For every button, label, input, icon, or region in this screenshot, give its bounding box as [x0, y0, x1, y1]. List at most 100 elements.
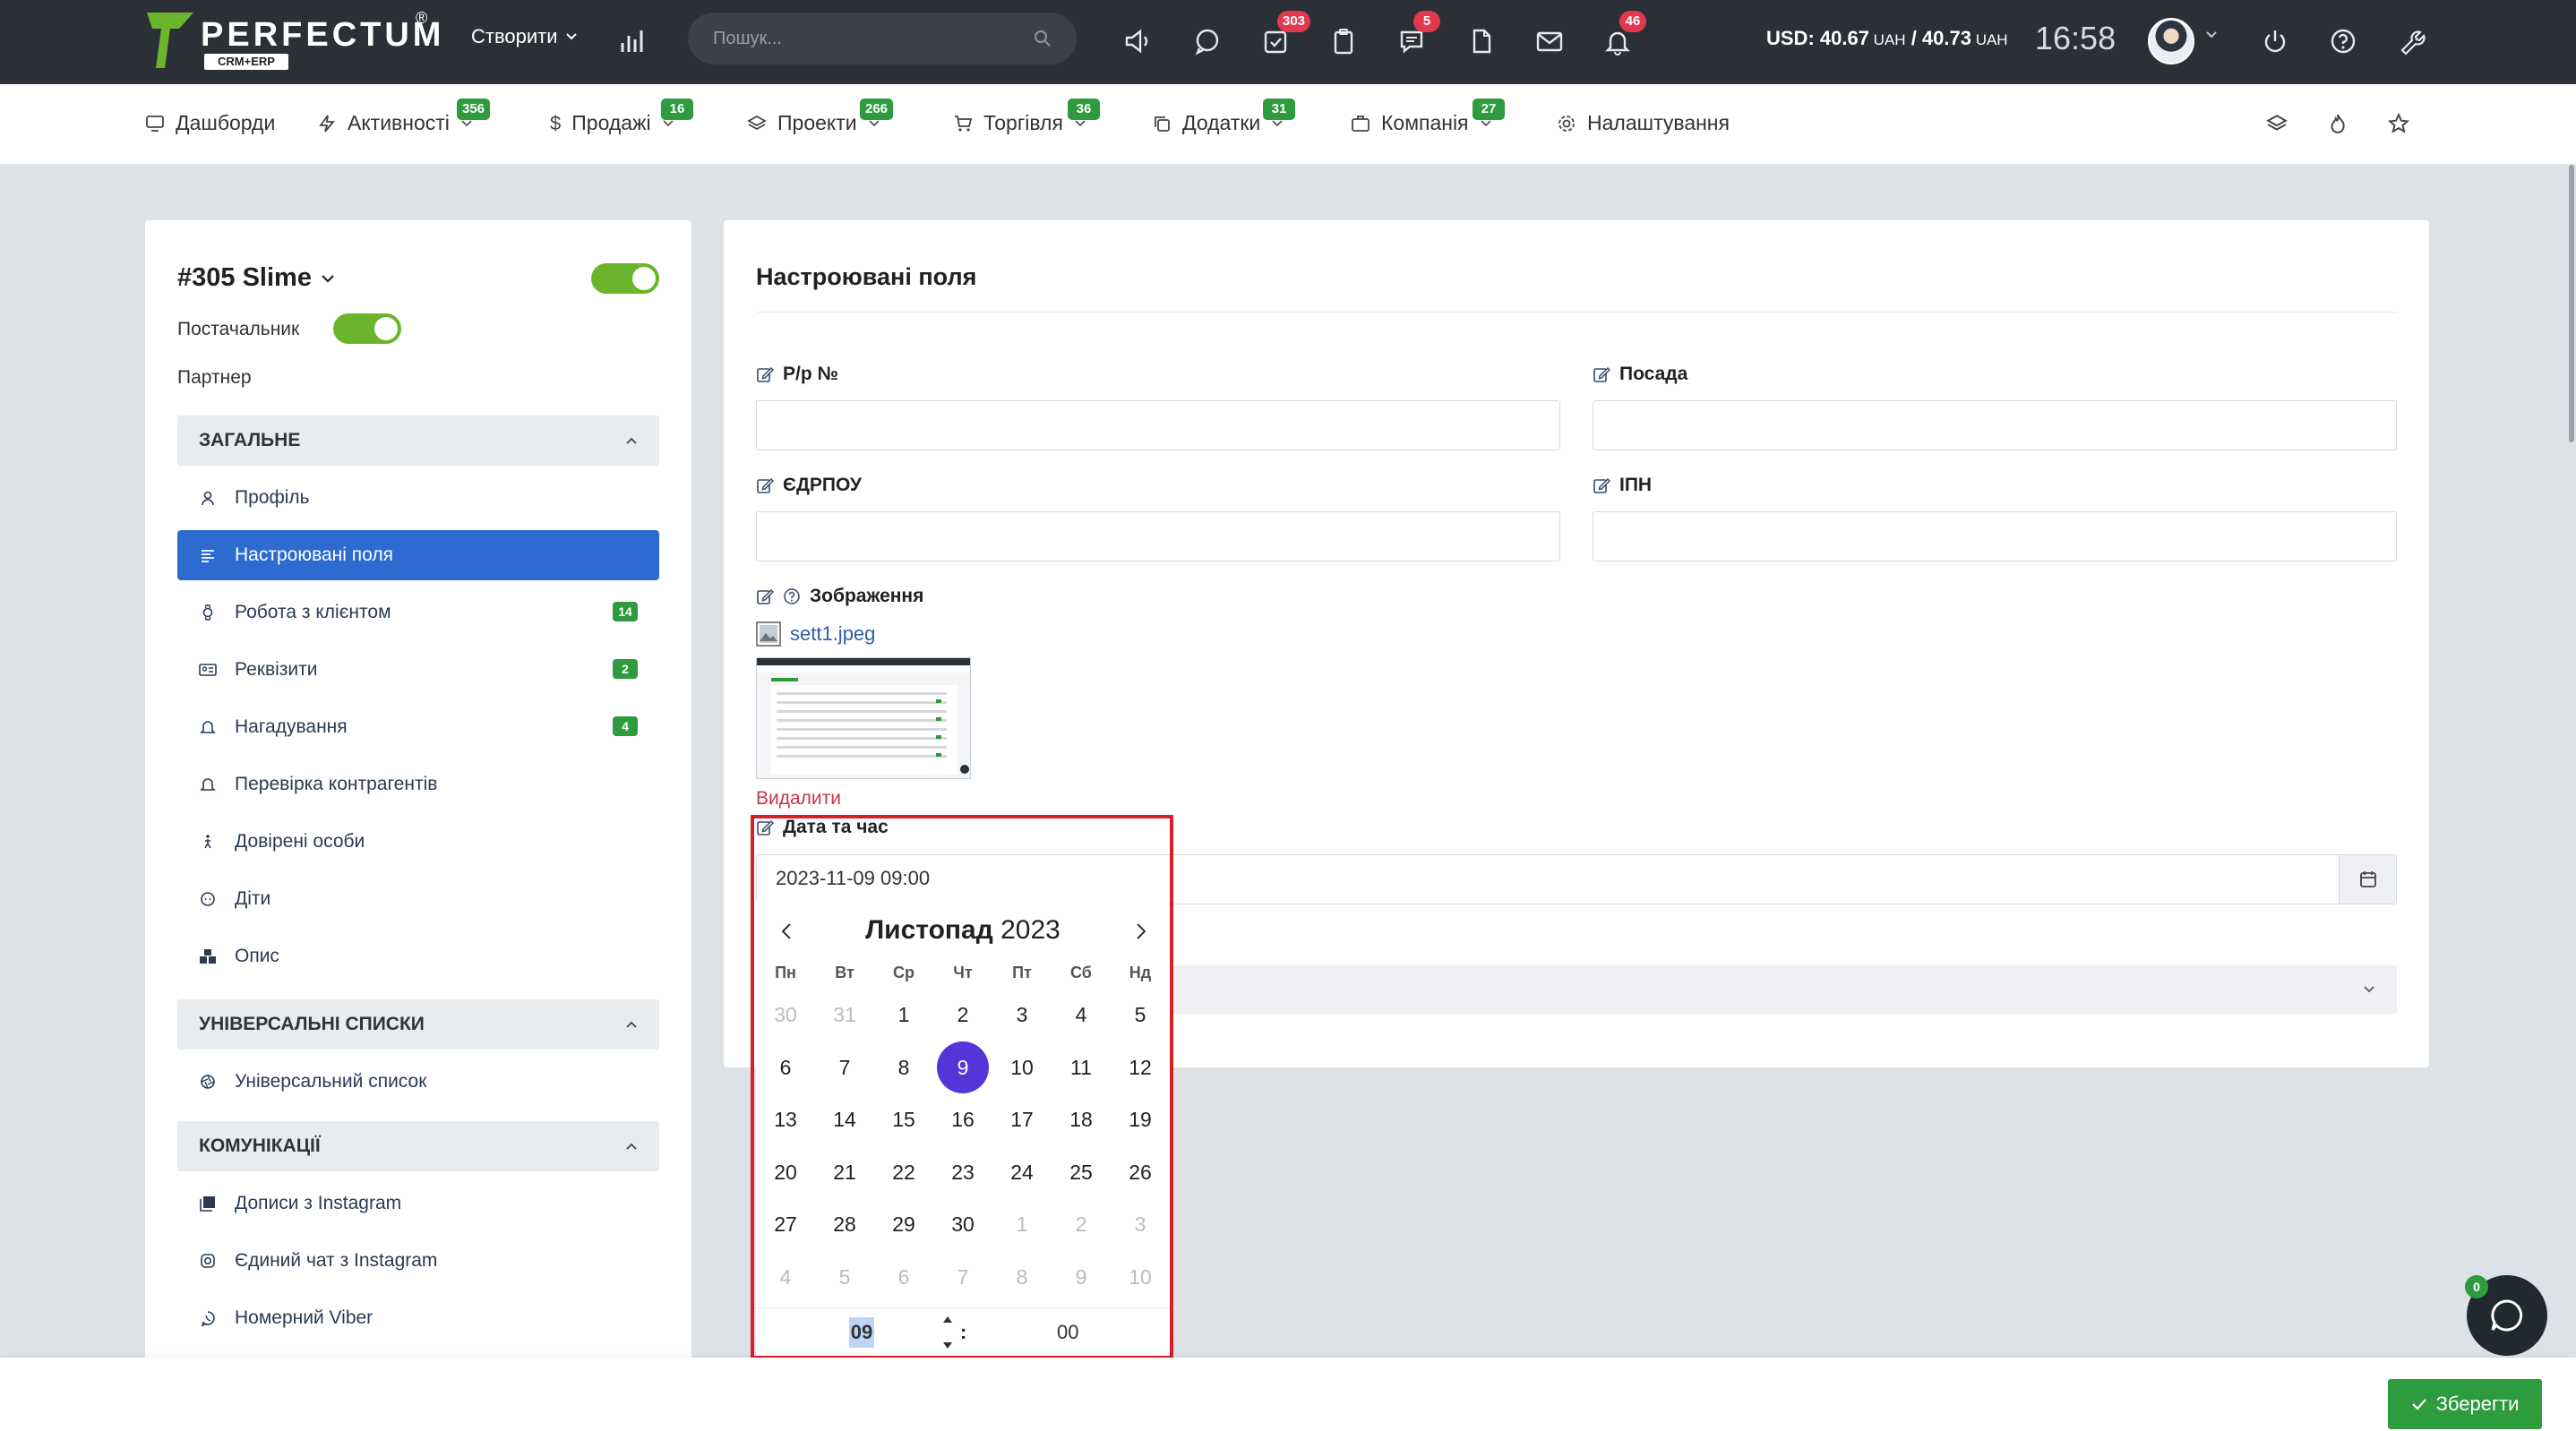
calendar-button[interactable] — [2339, 855, 2396, 904]
entity-sidebar: #305 Slime Постачальник Партнер ЗАГАЛЬНЕ… — [145, 220, 691, 1431]
section-general[interactable]: ЗАГАЛЬНЕ — [177, 416, 659, 466]
section-title: КОМУНІКАЦІЇ — [199, 1135, 321, 1156]
position-input[interactable] — [1593, 400, 2397, 450]
sidebar-item-profile[interactable]: Профіль — [177, 473, 659, 523]
field-label-text: Посада — [1619, 364, 1688, 384]
nav-trade[interactable]: Торгівля 36 — [953, 99, 1100, 135]
edit-icon[interactable] — [1593, 476, 1610, 494]
ipn-input[interactable] — [1593, 511, 2397, 561]
settings-tools-button[interactable] — [2390, 20, 2433, 63]
sidebar-item-reminders[interactable]: Нагадування 4 — [177, 702, 659, 752]
edit-icon[interactable] — [756, 476, 774, 494]
nav-label: Налаштування — [1587, 111, 1730, 134]
edrpou-input[interactable] — [756, 511, 1560, 561]
supplier-toggle[interactable] — [333, 313, 401, 344]
sidebar-item-count: 4 — [613, 716, 638, 736]
nav-projects[interactable]: Проекти 266 — [747, 99, 894, 135]
messages-button[interactable] — [1186, 20, 1229, 63]
notifications-button[interactable]: 46 — [1596, 11, 1646, 63]
currency-rate: USD: 40.67 UAH / 40.73 UAH — [1766, 27, 2008, 50]
power-icon — [2264, 30, 2286, 53]
create-label: Створити — [471, 25, 558, 47]
help-button[interactable] — [2322, 20, 2365, 63]
comments-badge: 5 — [1413, 11, 1440, 32]
edit-icon[interactable] — [756, 587, 774, 605]
hot-button[interactable] — [2316, 102, 2359, 145]
save-button[interactable]: Зберегти — [2388, 1379, 2542, 1429]
image-thumbnail[interactable] — [756, 657, 971, 779]
edit-icon[interactable] — [1593, 365, 1610, 383]
section-communications[interactable]: КОМУНІКАЦІЇ — [177, 1121, 659, 1171]
logo-subtitle: CRM+ERP — [204, 54, 288, 70]
chevron-down-icon — [662, 119, 674, 126]
sidebar-item-count: 2 — [613, 659, 638, 679]
clipboard-button[interactable] — [1322, 20, 1365, 63]
boxes-icon — [199, 947, 217, 965]
announcements-button[interactable] — [1116, 20, 1159, 63]
chevron-down-icon — [1272, 119, 1283, 126]
logout-button[interactable] — [2254, 20, 2297, 63]
sidebar-item-custom-fields[interactable]: Настроювані поля — [177, 530, 659, 580]
edit-icon[interactable] — [756, 365, 774, 383]
logo[interactable]: PERFECTUM ® CRM+ERP — [143, 9, 441, 72]
help-circle-icon[interactable] — [783, 587, 801, 605]
nav-badge: 266 — [860, 99, 894, 120]
nav-activities[interactable]: Активності 356 — [317, 99, 491, 135]
comments-button[interactable]: 5 — [1390, 11, 1440, 63]
create-menu-button[interactable]: Створити — [471, 25, 578, 48]
sidebar-item-universal-list[interactable]: Універсальний список — [177, 1057, 659, 1107]
entity-title[interactable]: #305 Slime — [177, 263, 335, 293]
supplier-label: Постачальник — [177, 319, 300, 339]
bell-icon — [199, 775, 217, 793]
image-file-link[interactable]: sett1.jpeg — [756, 621, 875, 647]
sidebar-item-description[interactable]: Опис — [177, 931, 659, 981]
user-menu-chevron-icon[interactable] — [2205, 30, 2218, 39]
copy-icon — [1155, 116, 1170, 132]
nav-dashboards[interactable]: Дашборди — [145, 111, 275, 135]
mail-button[interactable] — [1528, 20, 1571, 63]
sidebar-item-instagram-chat[interactable]: Єдиний чат з Instagram — [177, 1236, 659, 1286]
nav-sales[interactable]: $ Продажі 16 — [550, 99, 693, 135]
section-universal-lists[interactable]: УНІВЕРСАЛЬНІ СПИСКИ — [177, 999, 659, 1050]
logo-mark-icon — [147, 13, 193, 68]
sidebar-item-client-work[interactable]: Робота з клієнтом 14 — [177, 587, 659, 638]
nav-label: Дашборди — [176, 111, 276, 134]
tasks-button[interactable]: 303 — [1254, 11, 1311, 63]
documents-button[interactable] — [1460, 20, 1503, 63]
layers-icon — [2266, 115, 2288, 131]
sidebar-item-label: Реквізити — [235, 659, 318, 680]
account-number-input[interactable] — [756, 400, 1560, 450]
search-box[interactable] — [688, 13, 1077, 64]
aperture-icon — [199, 1073, 217, 1091]
field-label-text: ІПН — [1619, 475, 1653, 495]
main-nav: Дашборди Активності 356 $ Продажі 16 Про… — [0, 84, 2576, 165]
delete-image-link[interactable]: Видалити — [756, 788, 841, 810]
sidebar-item-trusted-persons[interactable]: Довірені особи — [177, 817, 659, 867]
stats-button[interactable] — [611, 20, 654, 63]
nav-settings[interactable]: Налаштування — [1557, 111, 1730, 135]
megaphone-icon — [1125, 29, 1148, 54]
sidebar-item-label: Настроювані поля — [235, 544, 393, 565]
sidebar-item-requisites[interactable]: Реквізити 2 — [177, 645, 659, 695]
account-field-label: Р/р № — [756, 364, 838, 385]
gear-icon — [1558, 115, 1575, 132]
image-field-label: Зображення — [756, 586, 923, 607]
sidebar-item-label: Дописи з Instagram — [235, 1193, 402, 1213]
top-header: PERFECTUM ® CRM+ERP Створити 303 5 46 — [0, 0, 2576, 84]
sidebar-item-viber[interactable]: Номерний Viber — [177, 1293, 659, 1343]
scrollbar-thumb[interactable] — [2569, 165, 2574, 442]
entity-active-toggle[interactable] — [591, 263, 659, 294]
sidebar-item-instagram-posts[interactable]: Дописи з Instagram — [177, 1178, 659, 1229]
layers-toggle-button[interactable] — [2255, 102, 2298, 145]
sidebar-item-children[interactable]: Діти — [177, 874, 659, 924]
nav-addons[interactable]: Додатки 31 — [1152, 99, 1295, 135]
person-walking-icon — [199, 833, 217, 851]
favorites-button[interactable] — [2377, 102, 2420, 145]
sidebar-item-counterparty-check[interactable]: Перевірка контрагентів — [177, 759, 659, 810]
user-avatar[interactable] — [2148, 18, 2194, 64]
search-input[interactable] — [713, 28, 1034, 49]
gallery-icon — [199, 1195, 217, 1212]
briefcase-icon — [1352, 115, 1370, 132]
nav-company[interactable]: Компанія 27 — [1351, 99, 1505, 135]
lightning-icon — [319, 114, 335, 133]
